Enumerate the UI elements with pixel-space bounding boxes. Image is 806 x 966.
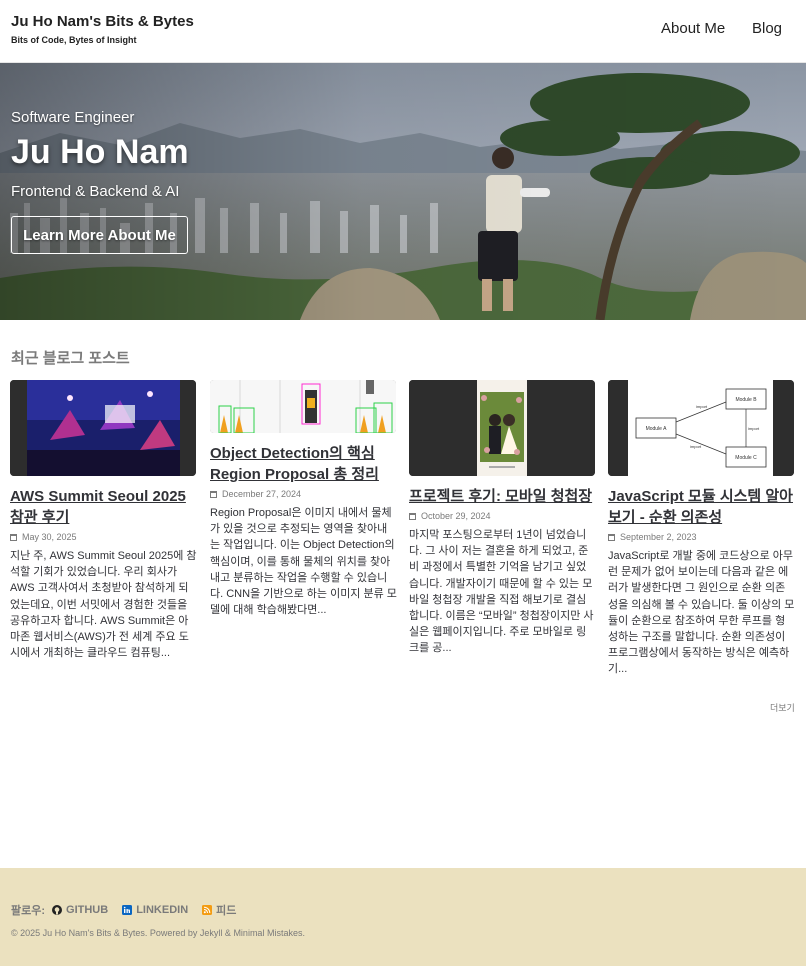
github-link[interactable]: GITHUB (52, 904, 108, 916)
post-date: December 27, 2024 (210, 489, 397, 499)
diagram-module-b: Module B (735, 397, 757, 403)
linkedin-label: LINKEDIN (136, 904, 189, 916)
post-date: May 30, 2025 (10, 532, 197, 542)
post-title-mobile-invitation[interactable]: 프로젝트 후기: 모바일 청첩장 (409, 486, 596, 507)
diagram-module-a: Module A (646, 426, 668, 432)
post-excerpt: 지난 주, AWS Summit Seoul 2025에 참석할 기회가 있었습… (10, 550, 197, 660)
masthead: Ju Ho Nam's Bits & Bytes Bits of Code, B… (0, 0, 806, 63)
post-excerpt: Region Proposal은 이미지 내에서 물체가 있을 것으로 추정되는… (210, 507, 397, 617)
footer: 팔로우: GITHUB LINKEDIN 피드 © 2025 Ju Ho Nam… (0, 868, 806, 966)
rss-icon (202, 905, 213, 915)
linkedin-link[interactable]: LINKEDIN (122, 904, 188, 916)
post-title-region-proposal[interactable]: Object Detection의 핵심 Region Proposal 총 정… (210, 443, 397, 485)
post-thumbnail-mobile-invitation[interactable] (409, 380, 595, 476)
calendar-icon (210, 491, 217, 498)
diagram-import-label: import (690, 444, 702, 449)
calendar-icon (409, 513, 416, 520)
learn-more-button[interactable]: Learn More About Me (11, 216, 188, 254)
post-date-text: May 30, 2025 (22, 532, 77, 542)
github-label: GITHUB (66, 904, 109, 916)
post-thumbnail-region-proposal[interactable] (210, 380, 396, 433)
recent-posts-heading: 최근 블로그 포스트 (11, 350, 130, 367)
hero-tagline: Frontend & Backend & AI (11, 183, 180, 200)
post-thumbnail-js-modules[interactable]: Module A Module B Module C import import… (608, 380, 794, 476)
post-excerpt: JavaScript로 개발 중에 코드상으로 아무런 문제가 없어 보이는데 … (608, 550, 795, 676)
site-title[interactable]: Ju Ho Nam's Bits & Bytes (11, 13, 194, 30)
post-date-text: October 29, 2024 (421, 511, 491, 521)
copyright: © 2025 Ju Ho Nam's Bits & Bytes. Powered… (11, 928, 305, 938)
site-subtitle: Bits of Code, Bytes of Insight (11, 35, 137, 45)
rss-label: 피드 (216, 905, 237, 917)
linkedin-icon (122, 905, 133, 915)
post-card-region-proposal: Object Detection의 핵심 Region Proposal 총 정… (210, 380, 397, 618)
calendar-icon (10, 534, 17, 541)
diagram-import-label: import (748, 426, 760, 431)
post-date: October 29, 2024 (409, 511, 596, 521)
follow-label: 팔로우: (11, 905, 46, 917)
more-posts-link[interactable]: 더보기 (770, 701, 795, 714)
post-date-text: December 27, 2024 (222, 489, 302, 499)
post-excerpt: 마지막 포스팅으로부터 1년이 넘었습니다. 그 사이 저는 결혼을 하게 되었… (409, 529, 594, 655)
diagram-import-label: import (696, 404, 708, 409)
post-card-aws-summit: AWS Summit Seoul 2025 참관 후기 May 30, 2025… (10, 380, 197, 661)
rss-feed-link[interactable]: 피드 (202, 902, 236, 918)
post-card-js-modules: Module A Module B Module C import import… (608, 380, 795, 678)
post-date: September 2, 2023 (608, 532, 795, 542)
post-thumbnail-aws-summit[interactable] (10, 380, 196, 476)
post-card-mobile-invitation: 프로젝트 후기: 모바일 청첩장 October 29, 2024 마지막 포스… (409, 380, 596, 657)
post-title-aws-summit[interactable]: AWS Summit Seoul 2025 참관 후기 (10, 486, 197, 528)
hero-title: Ju Ho Nam (11, 133, 189, 171)
hero-overline: Software Engineer (11, 109, 135, 126)
post-title-js-modules[interactable]: JavaScript 모듈 시스템 알아보기 - 순환 의존성 (608, 486, 795, 528)
diagram-module-c: Module C (735, 455, 757, 461)
post-date-text: September 2, 2023 (620, 532, 697, 542)
nav-blog[interactable]: Blog (752, 20, 782, 37)
nav-about-me[interactable]: About Me (661, 20, 725, 37)
hero-banner: Software Engineer Ju Ho Nam Frontend & B… (0, 63, 806, 320)
github-icon (52, 905, 63, 915)
follow-links: 팔로우: GITHUB LINKEDIN 피드 (11, 902, 250, 918)
calendar-icon (608, 534, 615, 541)
